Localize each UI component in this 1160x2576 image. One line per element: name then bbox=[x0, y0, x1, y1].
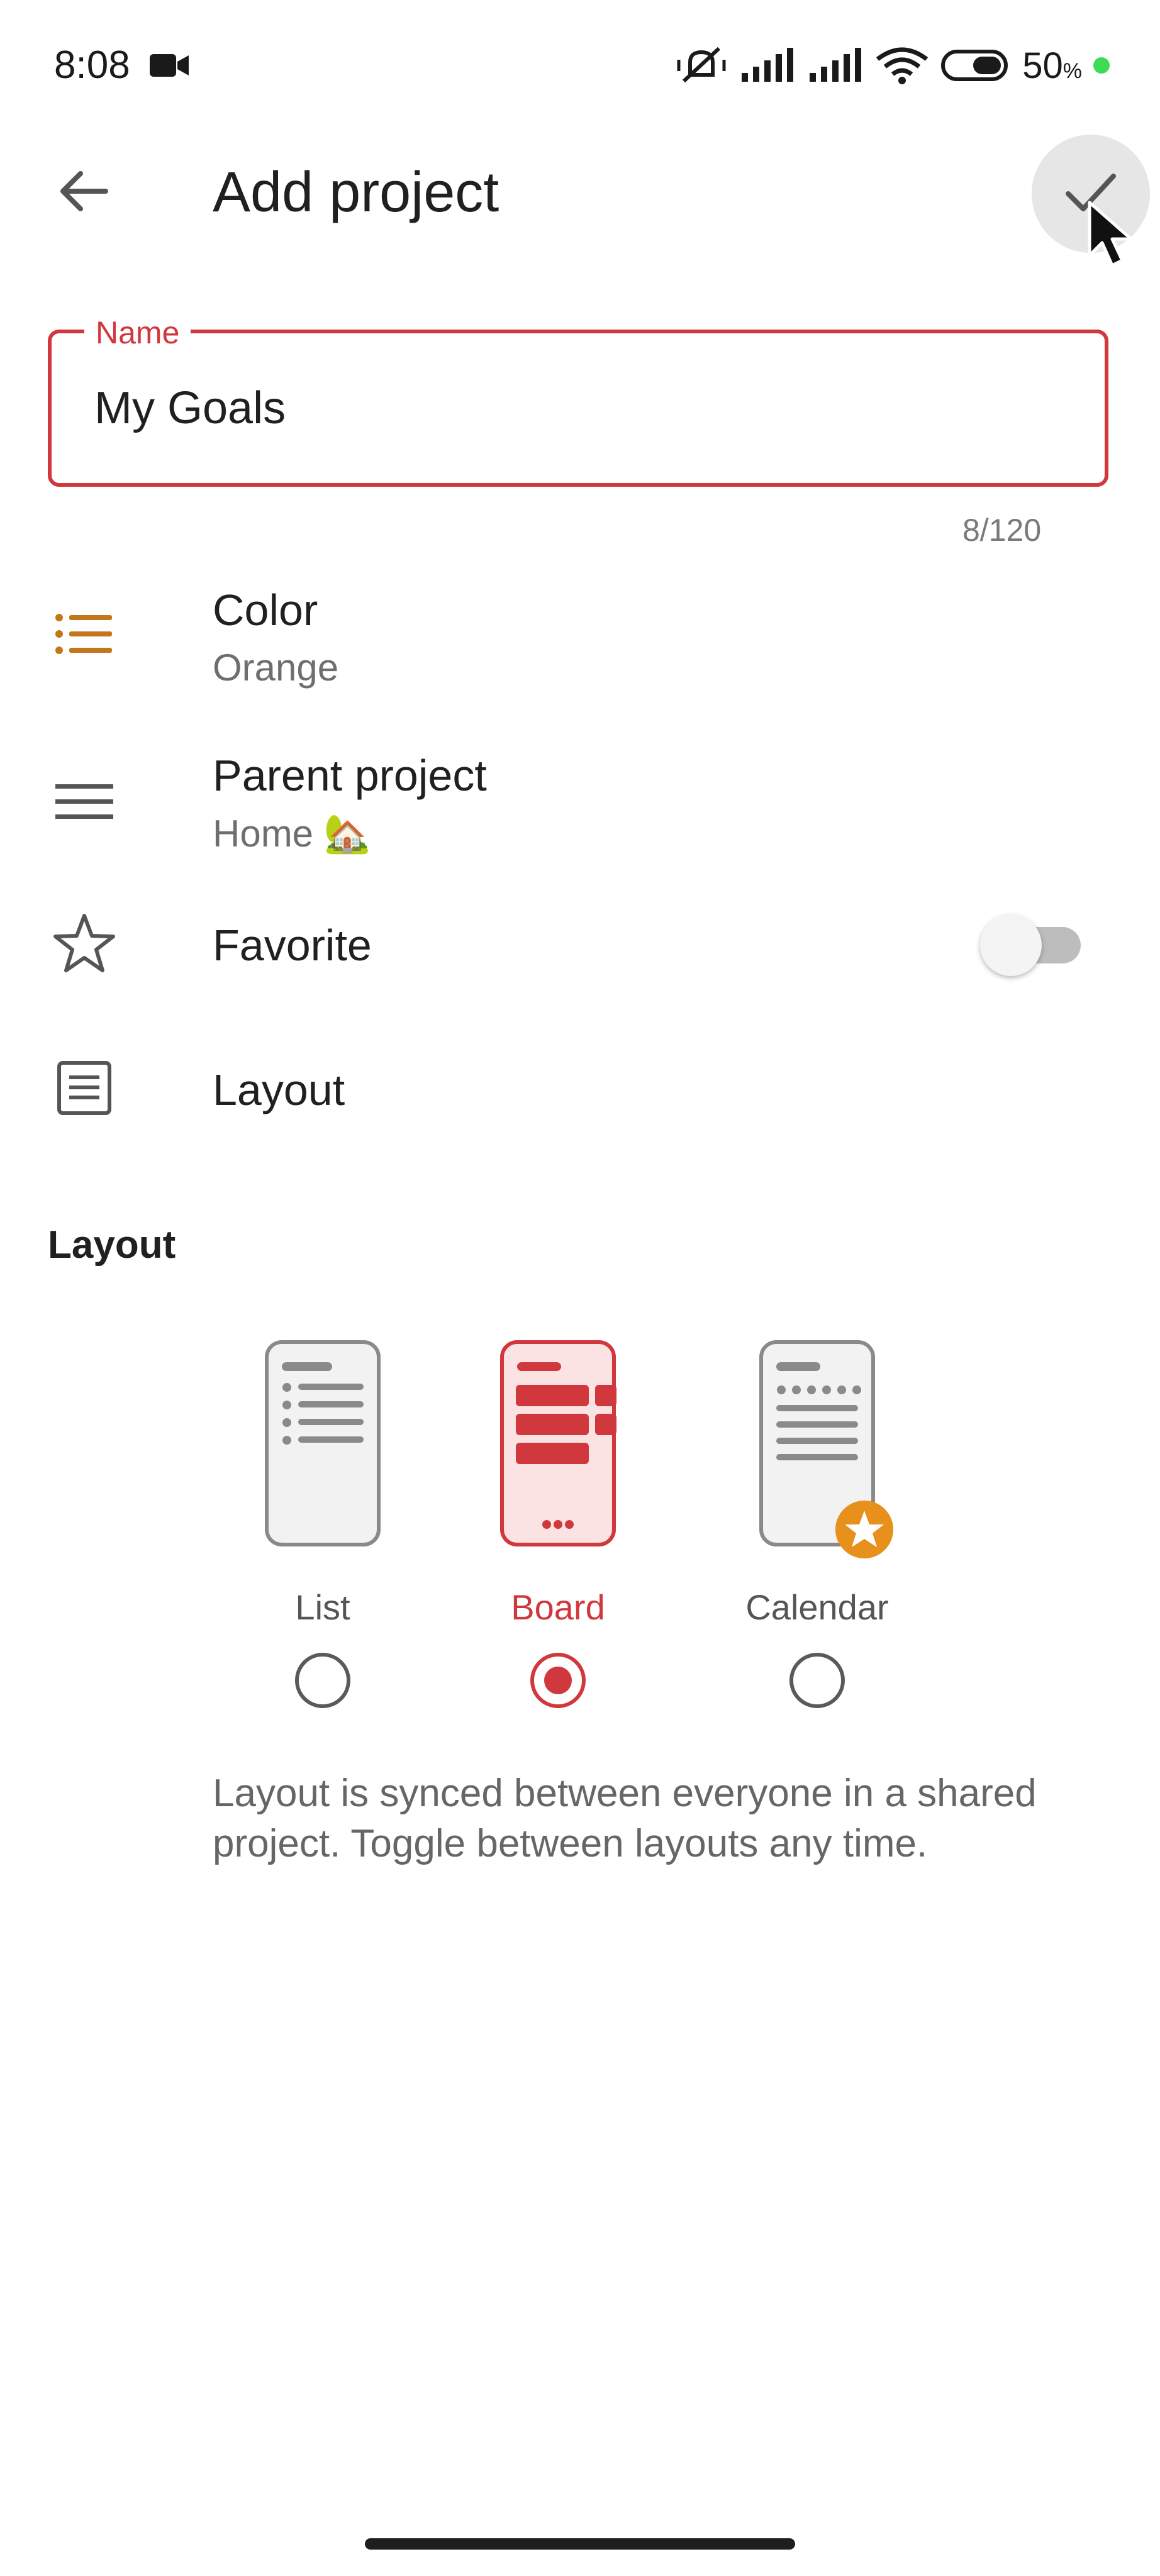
mute-vibrate-icon bbox=[677, 47, 726, 83]
favorite-title: Favorite bbox=[213, 921, 372, 970]
color-list-icon bbox=[55, 614, 112, 654]
color-value: Orange bbox=[213, 647, 339, 689]
parent-project-title: Parent project bbox=[213, 751, 487, 800]
board-option-label[interactable]: Board bbox=[464, 1585, 652, 1630]
menu-lines-icon bbox=[55, 784, 113, 819]
status-time: 8:08 bbox=[54, 43, 130, 87]
color-row[interactable] bbox=[0, 566, 1160, 704]
board-layout-preview-icon[interactable] bbox=[499, 1340, 616, 1547]
arrow-left-icon[interactable] bbox=[55, 162, 113, 220]
home-indicator[interactable] bbox=[365, 2538, 795, 2550]
signal-icon-2 bbox=[810, 48, 862, 82]
parent-project-value: Home 🏡 bbox=[213, 813, 371, 855]
layout-section-heading: Layout bbox=[48, 1223, 176, 1267]
page-title: Add project bbox=[213, 161, 499, 224]
layout-document-icon bbox=[57, 1061, 111, 1115]
board-radio[interactable] bbox=[530, 1653, 586, 1708]
list-option-label[interactable]: List bbox=[228, 1585, 417, 1630]
layout-title: Layout bbox=[213, 1065, 345, 1114]
calendar-option-label[interactable]: Calendar bbox=[723, 1585, 912, 1630]
name-field-label: Name bbox=[84, 312, 191, 353]
battery-icon bbox=[941, 50, 1008, 81]
color-title: Color bbox=[213, 586, 318, 635]
mouse-cursor-icon bbox=[1088, 201, 1133, 267]
video-camera-icon bbox=[150, 54, 189, 77]
status-icons: 50% bbox=[675, 39, 1160, 92]
favorite-toggle-knob[interactable] bbox=[980, 914, 1042, 976]
parent-project-row[interactable] bbox=[0, 733, 1160, 871]
layout-row[interactable] bbox=[0, 1025, 1160, 1132]
battery-percent: 50% bbox=[1022, 45, 1082, 86]
list-layout-preview-icon[interactable] bbox=[264, 1340, 381, 1547]
privacy-indicator-dot bbox=[1093, 57, 1110, 74]
list-radio[interactable] bbox=[295, 1653, 350, 1708]
wifi-icon bbox=[876, 47, 929, 84]
calendar-layout-preview-icon[interactable] bbox=[759, 1340, 897, 1572]
layout-info-text: Layout is synced between everyone in a s… bbox=[213, 1772, 1037, 1865]
name-field-value[interactable]: My Goals bbox=[94, 380, 286, 436]
signal-icon bbox=[742, 48, 794, 82]
calendar-radio[interactable] bbox=[789, 1653, 845, 1708]
star-outline-icon bbox=[53, 914, 115, 972]
character-counter: 8/120 bbox=[962, 513, 1042, 548]
